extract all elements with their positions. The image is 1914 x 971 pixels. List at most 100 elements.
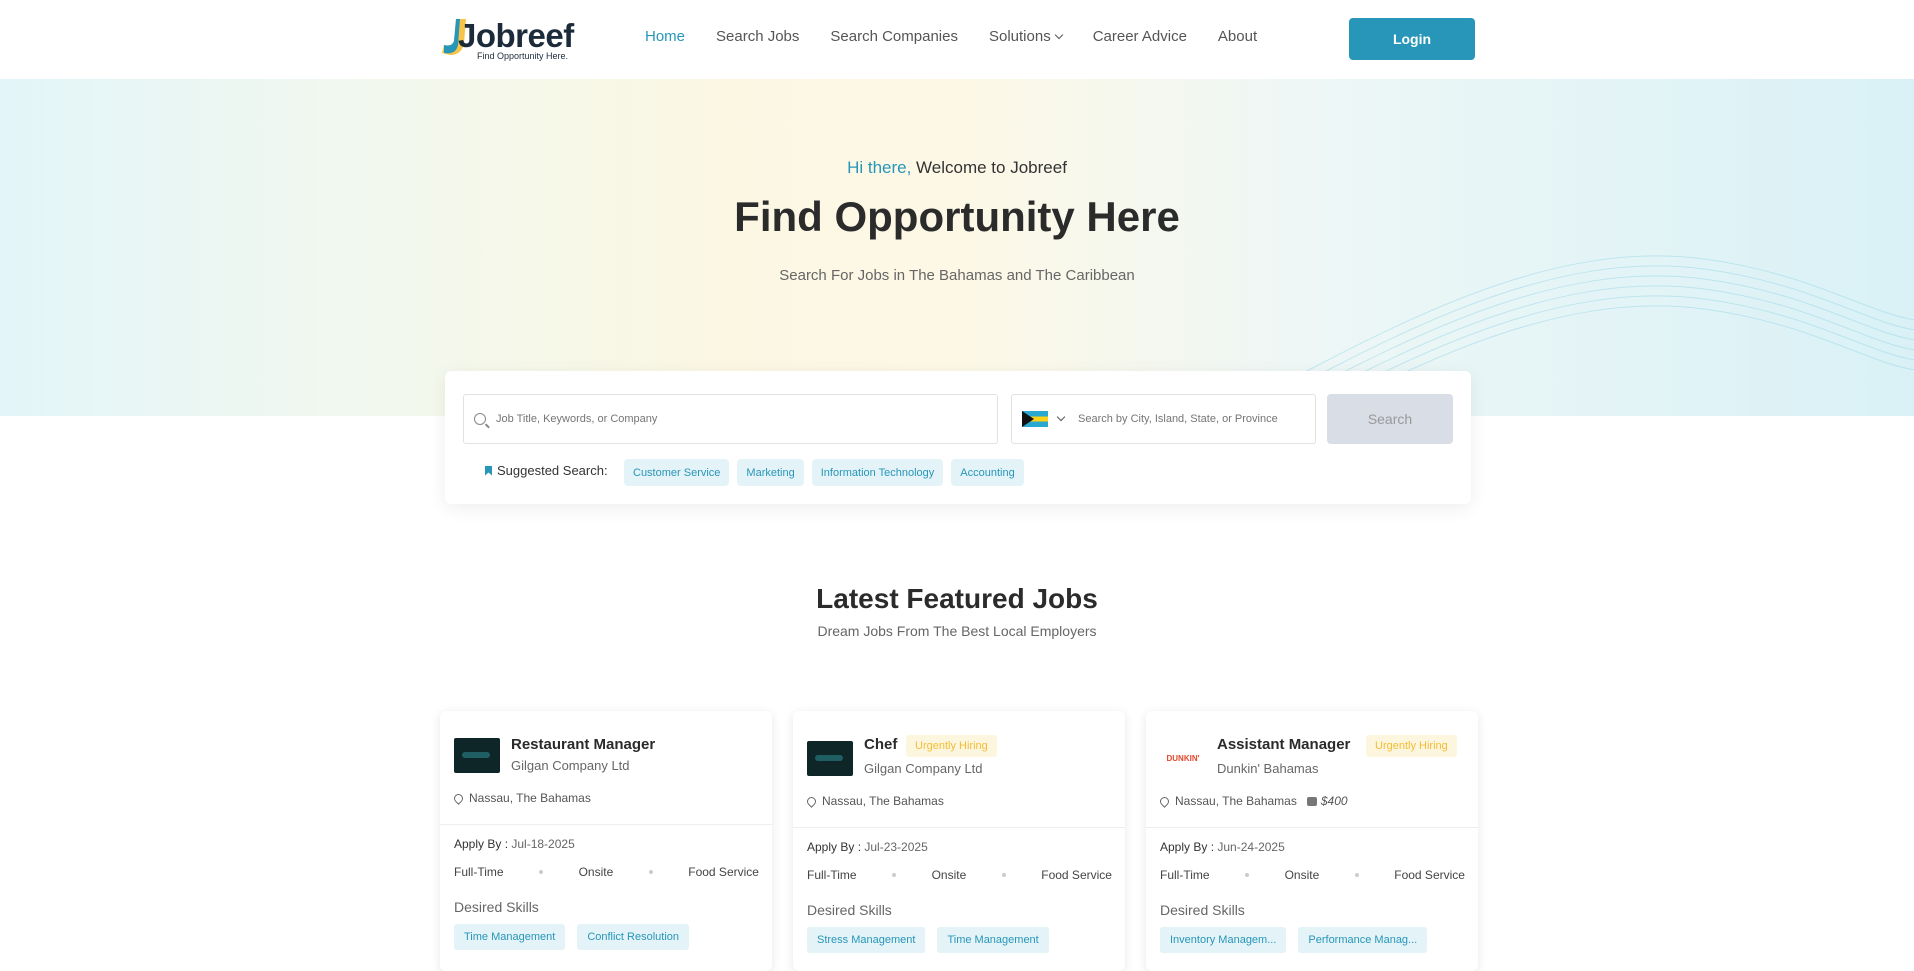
hero-section: Hi there, Welcome to Jobreef Find Opport…	[0, 79, 1914, 416]
desired-skills-heading: Desired Skills	[807, 902, 892, 918]
site-header: Jobreef Find Opportunity Here. Home Sear…	[0, 0, 1914, 79]
skill-chip: Conflict Resolution	[577, 924, 690, 950]
logo-wordmark: Jobreef	[458, 17, 574, 54]
skills-list: Stress Management Time Management	[807, 927, 1049, 953]
company-logo: DUNKIN'	[1160, 741, 1206, 776]
salary-text: $400	[1320, 794, 1348, 808]
job-category: Food Service	[1041, 868, 1112, 882]
apply-by-label: Apply By :	[1160, 840, 1215, 854]
hero-subtitle: Search For Jobs in The Bahamas and The C…	[779, 267, 1135, 284]
company-name[interactable]: Dunkin' Bahamas	[1217, 761, 1318, 776]
job-meta: Full-Time Onsite Food Service	[454, 865, 759, 879]
apply-by-label: Apply By :	[454, 837, 509, 851]
company-name[interactable]: Gilgan Company Ltd	[864, 761, 983, 776]
job-category: Food Service	[688, 865, 759, 879]
company-logo	[454, 738, 500, 773]
job-location: Nassau, The Bahamas $400	[1158, 794, 1348, 808]
apply-by-label: Apply By :	[807, 840, 862, 854]
jobreef-logo[interactable]: Jobreef Find Opportunity Here.	[440, 15, 590, 65]
search-button[interactable]: Search	[1327, 394, 1453, 444]
job-location: Nassau, The Bahamas	[452, 791, 591, 805]
bookmark-icon	[485, 465, 492, 476]
apply-by-date: Jul-18-2025	[511, 837, 575, 851]
job-title[interactable]: Assistant Manager	[1217, 736, 1350, 753]
divider	[440, 824, 772, 825]
separator-dot	[1354, 873, 1359, 877]
search-icon	[474, 413, 486, 425]
location-pin-icon	[1158, 794, 1171, 808]
apply-by-date: Jun-24-2025	[1217, 840, 1285, 854]
job-title[interactable]: Restaurant Manager	[511, 736, 655, 753]
chevron-down-icon	[1054, 30, 1063, 40]
suggestion-chip[interactable]: Accounting	[951, 459, 1024, 486]
work-mode: Onsite	[931, 868, 967, 882]
location-text: Nassau, The Bahamas	[822, 794, 944, 808]
nav-about[interactable]: About	[1218, 28, 1257, 45]
apply-by: Apply By : Jun-24-2025	[1160, 840, 1285, 854]
location-search-input[interactable]	[1078, 413, 1298, 425]
hero-greeting: Hi there, Welcome to Jobreef	[0, 158, 1914, 178]
skill-chip: Inventory Managem...	[1160, 927, 1287, 953]
nav-search-companies[interactable]: Search Companies	[830, 28, 958, 45]
main-nav: Home Search Jobs Search Companies Soluti…	[645, 28, 1288, 45]
skills-list: Time Management Conflict Resolution	[454, 924, 690, 950]
job-type: Full-Time	[454, 865, 504, 879]
logo-tagline: Find Opportunity Here.	[477, 51, 569, 61]
apply-by-date: Jul-23-2025	[864, 840, 928, 854]
separator-dot	[1001, 873, 1006, 877]
divider	[793, 827, 1125, 828]
company-logo	[807, 741, 853, 776]
featured-jobs-subtitle: Dream Jobs From The Best Local Employers	[817, 623, 1097, 639]
urgent-hiring-badge: Urgently Hiring	[906, 735, 997, 757]
suggested-search-chips: Customer Service Marketing Information T…	[624, 459, 1024, 486]
job-card[interactable]: Restaurant Manager Gilgan Company Ltd Na…	[440, 711, 772, 971]
suggestion-chip[interactable]: Customer Service	[624, 459, 730, 486]
suggested-search-text: Suggested Search:	[497, 463, 608, 478]
work-mode: Onsite	[578, 865, 614, 879]
job-category: Food Service	[1394, 868, 1465, 882]
company-name[interactable]: Gilgan Company Ltd	[511, 758, 630, 773]
job-location: Nassau, The Bahamas	[805, 794, 944, 808]
nav-career-advice[interactable]: Career Advice	[1093, 28, 1187, 45]
hero-greeting-highlight: Hi there,	[847, 158, 912, 177]
suggested-search-label: Suggested Search:	[485, 463, 608, 478]
divider	[1146, 827, 1478, 828]
keyword-search-field[interactable]	[463, 394, 998, 444]
desired-skills-heading: Desired Skills	[454, 899, 539, 915]
location-search-field[interactable]	[1011, 394, 1316, 444]
chevron-down-icon[interactable]	[1056, 412, 1066, 422]
salary-bag-icon	[1306, 796, 1317, 806]
job-meta: Full-Time Onsite Food Service	[1160, 868, 1465, 882]
nav-solutions-label: Solutions	[988, 28, 1051, 45]
location-text: Nassau, The Bahamas	[1175, 794, 1297, 808]
bahamas-flag-icon[interactable]	[1022, 411, 1048, 427]
location-pin-icon	[452, 791, 465, 805]
featured-jobs-title: Latest Featured Jobs	[816, 583, 1098, 614]
apply-by: Apply By : Jul-23-2025	[807, 840, 928, 854]
nav-search-jobs[interactable]: Search Jobs	[716, 28, 799, 45]
nav-solutions[interactable]: Solutions	[988, 28, 1063, 45]
separator-dot	[892, 873, 897, 877]
job-title[interactable]: Chef	[864, 736, 897, 753]
skill-chip: Time Management	[454, 924, 566, 950]
skill-chip: Stress Management	[807, 927, 926, 953]
job-card[interactable]: Chef Urgently Hiring Gilgan Company Ltd …	[793, 711, 1125, 971]
work-mode: Onsite	[1284, 868, 1320, 882]
skill-chip: Performance Manag...	[1298, 927, 1428, 953]
hero-title: Find Opportunity Here	[734, 193, 1180, 240]
apply-by: Apply By : Jul-18-2025	[454, 837, 575, 851]
separator-dot	[1245, 873, 1250, 877]
separator-dot	[648, 870, 653, 874]
suggestion-chip[interactable]: Marketing	[737, 459, 804, 486]
search-card: Search Suggested Search: Customer Servic…	[445, 371, 1471, 504]
job-card[interactable]: DUNKIN' Assistant Manager Urgently Hirin…	[1146, 711, 1478, 971]
urgent-hiring-badge: Urgently Hiring	[1366, 735, 1457, 757]
login-button[interactable]: Login	[1349, 18, 1475, 60]
suggestion-chip[interactable]: Information Technology	[811, 459, 944, 486]
location-pin-icon	[805, 794, 818, 808]
keyword-search-input[interactable]	[496, 413, 976, 425]
separator-dot	[539, 870, 544, 874]
job-type: Full-Time	[1160, 868, 1210, 882]
nav-home[interactable]: Home	[645, 28, 685, 45]
job-meta: Full-Time Onsite Food Service	[807, 868, 1112, 882]
